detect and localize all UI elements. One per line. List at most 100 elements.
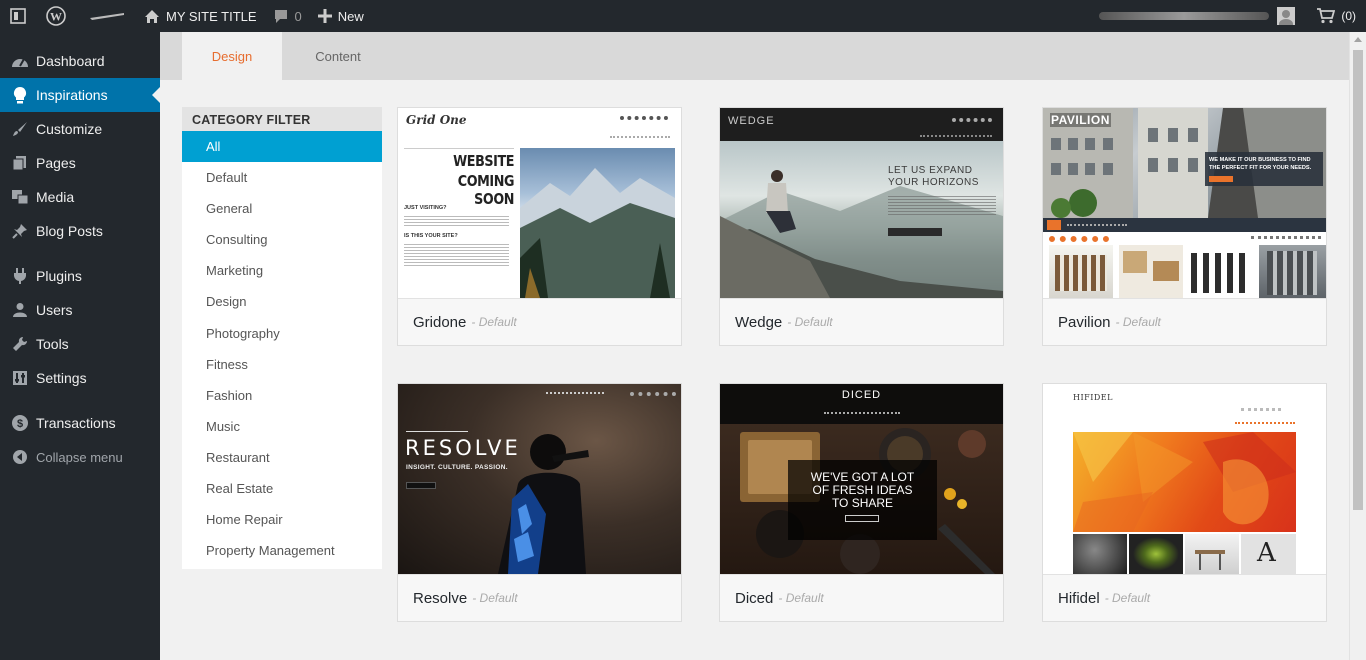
theme-card-footer[interactable]: Diced - Default — [720, 574, 1003, 621]
sidebar-item-transactions[interactable]: $ Transactions — [0, 406, 160, 440]
preview-social-icons — [1241, 408, 1281, 411]
theme-card-footer[interactable]: Hifidel - Default — [1043, 574, 1326, 621]
theme-card-diced[interactable]: DICED WE'VE GOT A LOT OF FRESH IDEAS TO … — [719, 383, 1004, 622]
preview-contact-line — [1251, 236, 1321, 239]
cart-count: (0) — [1341, 9, 1356, 23]
site-title: MY SITE TITLE — [166, 8, 257, 24]
theme-preview[interactable]: Grid One WEBSITE COMING SOON JUST VISITI… — [398, 108, 681, 298]
new-content-link[interactable]: New — [310, 0, 372, 32]
theme-card-footer[interactable]: Resolve - Default — [398, 574, 681, 621]
preview-cta-button — [845, 515, 879, 522]
theme-card-gridone[interactable]: Grid One WEBSITE COMING SOON JUST VISITI… — [397, 107, 682, 346]
preview-silhouette — [488, 424, 598, 574]
theme-preview[interactable]: HIFIDEL A — [1043, 384, 1326, 574]
theme-card-resolve[interactable]: RESOLVE INSIGHT. CULTURE. PASSION. Resol… — [397, 383, 682, 622]
sidebar-item-customize[interactable]: Customize — [0, 112, 160, 146]
theme-card-hifidel[interactable]: HIFIDEL A Hifidel - Default — [1042, 383, 1327, 622]
theme-card-footer[interactable]: Pavilion - Default — [1043, 298, 1326, 345]
category-consulting[interactable]: Consulting — [182, 224, 382, 255]
scroll-thumb[interactable] — [1353, 50, 1363, 510]
category-all[interactable]: All — [182, 131, 382, 163]
preview-divider — [406, 431, 468, 432]
category-fitness[interactable]: Fitness — [182, 349, 382, 380]
theme-card-wedge[interactable]: WEDGE LET US EXPAND YOUR HORIZONS Wedge … — [719, 107, 1004, 346]
preview-text-lines — [888, 194, 996, 216]
cart-link[interactable]: (0) — [1309, 0, 1366, 32]
category-real-estate[interactable]: Real Estate — [182, 473, 382, 504]
preview-social-icons — [952, 118, 992, 122]
new-label: New — [337, 8, 364, 24]
category-music[interactable]: Music — [182, 411, 382, 442]
category-default[interactable]: Default — [182, 162, 382, 193]
theme-card-pavilion[interactable]: PAVILION WE MAKE IT OUR BUSINESS TO FIND… — [1042, 107, 1327, 346]
tab-design[interactable]: Design — [182, 32, 282, 80]
preview-heading-2: YOUR HORIZONS — [888, 177, 979, 188]
theme-preview[interactable]: PAVILION WE MAKE IT OUR BUSINESS TO FIND… — [1043, 108, 1326, 298]
preview-logo: WEDGE — [728, 115, 775, 127]
wordpress-logo-icon[interactable]: W — [34, 0, 78, 32]
preview-logo: DICED — [841, 389, 882, 401]
settings-icon — [10, 368, 30, 388]
sidebar-item-tools[interactable]: Tools — [0, 327, 160, 361]
avatar[interactable] — [1277, 7, 1296, 25]
theme-card-footer[interactable]: Gridone - Default — [398, 298, 681, 345]
category-marketing[interactable]: Marketing — [182, 255, 382, 286]
theme-preview[interactable]: WEDGE LET US EXPAND YOUR HORIZONS — [720, 108, 1003, 298]
theme-preview[interactable]: DICED WE'VE GOT A LOT OF FRESH IDEAS TO … — [720, 384, 1003, 574]
category-general[interactable]: General — [182, 193, 382, 224]
sidebar-toggle-icon[interactable] — [0, 0, 34, 32]
transactions-icon: $ — [10, 413, 30, 433]
preview-gallery: A — [1073, 534, 1296, 574]
category-photography[interactable]: Photography — [182, 318, 382, 349]
admin-bar: W MY SITE TITLE 0 New (0) — [0, 0, 1366, 32]
category-filter: CATEGORY FILTER All Default General Cons… — [182, 107, 382, 569]
wrench-icon — [10, 334, 30, 354]
theme-name: Pavilion — [1058, 313, 1111, 331]
preview-heading-3: TO SHARE — [831, 496, 894, 510]
preview-heading-2: OF FRESH IDEAS — [812, 483, 913, 497]
admin-sidebar: Dashboard Inspirations Customize Pages M… — [0, 32, 160, 660]
category-filter-title: CATEGORY FILTER — [182, 107, 382, 131]
sidebar-item-inspirations[interactable]: Inspirations — [0, 78, 160, 112]
theme-name: Wedge — [735, 313, 783, 331]
category-restaurant[interactable]: Restaurant — [182, 442, 382, 473]
svg-text:W: W — [50, 10, 62, 24]
host-logo-icon[interactable] — [78, 0, 136, 32]
preview-heading-1: WEBSITE — [453, 152, 514, 170]
scroll-up-arrow-icon[interactable] — [1354, 37, 1362, 42]
site-title-link[interactable]: MY SITE TITLE — [136, 0, 265, 32]
preview-nav — [546, 392, 604, 394]
theme-name: Diced — [735, 589, 774, 607]
preview-heading-1: LET US EXPAND — [888, 165, 973, 176]
preview-mountain-image — [520, 148, 675, 298]
preview-heading-1: WE'VE GOT A LOT — [810, 470, 915, 484]
sidebar-collapse-menu[interactable]: Collapse menu — [0, 440, 160, 474]
category-home-repair[interactable]: Home Repair — [182, 504, 382, 535]
preview-nav — [610, 136, 670, 138]
theme-category: - Default — [1115, 315, 1161, 329]
account-name-blurred[interactable] — [1099, 12, 1270, 20]
sidebar-item-users[interactable]: Users — [0, 293, 160, 327]
comment-icon — [273, 9, 289, 24]
pin-icon — [10, 221, 30, 241]
category-fashion[interactable]: Fashion — [182, 380, 382, 411]
pages-icon — [10, 153, 30, 173]
category-property-management[interactable]: Property Management — [182, 535, 382, 566]
preview-heading-2: COMING SOON — [457, 172, 515, 208]
category-design[interactable]: Design — [182, 286, 382, 317]
comments-link[interactable]: 0 — [265, 0, 310, 32]
preview-heading-1: WE MAKE IT OUR BUSINESS TO FIND — [1209, 157, 1311, 163]
sidebar-item-settings[interactable]: Settings — [0, 361, 160, 395]
page-scrollbar[interactable] — [1349, 32, 1366, 660]
sidebar-item-plugins[interactable]: Plugins — [0, 259, 160, 293]
tab-content[interactable]: Content — [288, 32, 388, 80]
preview-cta-button — [406, 482, 436, 489]
cart-icon — [1317, 8, 1336, 24]
theme-card-footer[interactable]: Wedge - Default — [720, 298, 1003, 345]
theme-preview[interactable]: RESOLVE INSIGHT. CULTURE. PASSION. — [398, 384, 681, 574]
sidebar-item-pages[interactable]: Pages — [0, 146, 160, 180]
preview-nav — [1235, 422, 1295, 424]
sidebar-item-blog-posts[interactable]: Blog Posts — [0, 214, 160, 248]
sidebar-item-media[interactable]: Media — [0, 180, 160, 214]
sidebar-item-dashboard[interactable]: Dashboard — [0, 44, 160, 78]
